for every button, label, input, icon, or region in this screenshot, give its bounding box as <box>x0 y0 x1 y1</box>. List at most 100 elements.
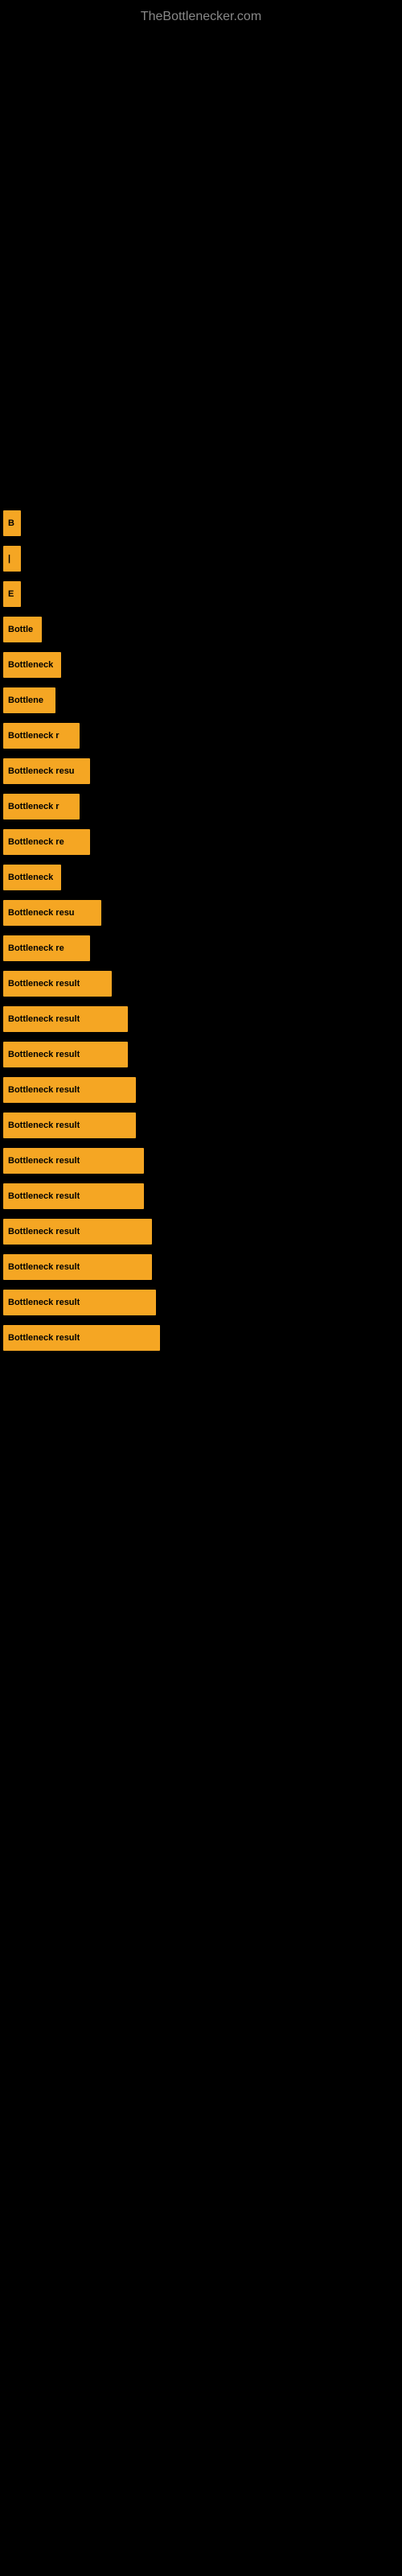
list-item: Bottleneck re <box>0 824 402 860</box>
result-label: Bottleneck result <box>8 1191 80 1201</box>
result-bar: Bottleneck result <box>3 1325 160 1351</box>
result-label: Bottleneck result <box>8 1050 80 1059</box>
list-item: B <box>0 506 402 541</box>
result-bar-wrapper: Bottleneck r <box>3 794 399 819</box>
result-bar: Bottleneck result <box>3 1290 156 1315</box>
result-bar: Bottleneck resu <box>3 758 90 784</box>
result-label: Bottleneck re <box>8 943 64 953</box>
list-item: Bottleneck result <box>0 1037 402 1072</box>
result-label: Bottle <box>8 625 33 634</box>
result-bar: Bottleneck result <box>3 1006 128 1032</box>
result-bar-wrapper: Bottleneck result <box>3 1113 399 1138</box>
result-label: Bottleneck r <box>8 731 59 741</box>
result-bar-wrapper: Bottleneck result <box>3 1077 399 1103</box>
list-item: Bottleneck <box>0 647 402 683</box>
list-item: Bottleneck r <box>0 789 402 824</box>
result-bar-wrapper: Bottleneck result <box>3 971 399 997</box>
list-item: Bottleneck result <box>0 1214 402 1249</box>
result-bar: Bottleneck result <box>3 1254 152 1280</box>
list-item: Bottleneck result <box>0 1143 402 1179</box>
result-bar-wrapper: Bottle <box>3 617 399 642</box>
result-bar-wrapper: Bottleneck <box>3 652 399 678</box>
result-label: Bottleneck result <box>8 1298 80 1307</box>
list-item: Bottleneck resu <box>0 753 402 789</box>
list-item: Bottleneck result <box>0 1179 402 1214</box>
result-bar: Bottleneck <box>3 865 61 890</box>
result-bar: Bottleneck r <box>3 794 80 819</box>
result-bar-wrapper: Bottleneck <box>3 865 399 890</box>
result-label: B <box>8 518 14 528</box>
result-bar: Bottleneck <box>3 652 61 678</box>
result-bar-wrapper: Bottleneck result <box>3 1183 399 1209</box>
result-bar: Bottle <box>3 617 42 642</box>
result-label: Bottleneck <box>8 873 53 882</box>
result-label: | <box>8 554 10 564</box>
result-label: Bottleneck result <box>8 979 80 989</box>
result-bar-wrapper: Bottleneck result <box>3 1042 399 1067</box>
result-label: Bottleneck result <box>8 1121 80 1130</box>
list-item: Bottle <box>0 612 402 647</box>
result-bar-wrapper: Bottleneck re <box>3 829 399 855</box>
result-bar-wrapper: E <box>3 581 399 607</box>
result-bar-wrapper: Bottleneck resu <box>3 900 399 926</box>
result-bar-wrapper: Bottlene <box>3 687 399 713</box>
result-bar: E <box>3 581 21 607</box>
list-item: Bottleneck re <box>0 931 402 966</box>
result-label: Bottleneck result <box>8 1085 80 1095</box>
result-label: Bottleneck resu <box>8 766 75 776</box>
result-bar-wrapper: Bottleneck r <box>3 723 399 749</box>
result-bar: Bottleneck re <box>3 935 90 961</box>
list-item: Bottlene <box>0 683 402 718</box>
result-bar: Bottleneck r <box>3 723 80 749</box>
list-item: Bottleneck r <box>0 718 402 753</box>
result-bar-wrapper: Bottleneck result <box>3 1006 399 1032</box>
result-bar-wrapper: | <box>3 546 399 572</box>
result-label: Bottleneck result <box>8 1014 80 1024</box>
result-label: Bottleneck result <box>8 1333 80 1343</box>
list-item: Bottleneck result <box>0 966 402 1001</box>
result-bar: Bottleneck result <box>3 1042 128 1067</box>
result-bar-wrapper: Bottleneck result <box>3 1254 399 1280</box>
result-label: Bottlene <box>8 696 43 705</box>
result-label: Bottleneck result <box>8 1156 80 1166</box>
result-bar: Bottleneck result <box>3 1148 144 1174</box>
result-bar: Bottleneck re <box>3 829 90 855</box>
result-bar-wrapper: Bottleneck re <box>3 935 399 961</box>
chart-area <box>0 31 402 497</box>
site-title: TheBottlenecker.com <box>0 0 402 31</box>
list-item: Bottleneck result <box>0 1108 402 1143</box>
list-item: Bottleneck <box>0 860 402 895</box>
result-label: Bottleneck result <box>8 1262 80 1272</box>
result-label: Bottleneck re <box>8 837 64 847</box>
result-bar: Bottlene <box>3 687 55 713</box>
result-bar-wrapper: Bottleneck result <box>3 1290 399 1315</box>
result-bar-wrapper: Bottleneck result <box>3 1325 399 1351</box>
list-item: Bottleneck resu <box>0 895 402 931</box>
result-bar-wrapper: Bottleneck result <box>3 1148 399 1174</box>
list-item: E <box>0 576 402 612</box>
result-label: Bottleneck result <box>8 1227 80 1236</box>
result-bar: | <box>3 546 21 572</box>
result-label: E <box>8 589 14 599</box>
list-item: Bottleneck result <box>0 1285 402 1320</box>
result-label: Bottleneck r <box>8 802 59 811</box>
list-item: | <box>0 541 402 576</box>
result-bar: Bottleneck result <box>3 1113 136 1138</box>
result-bar-wrapper: Bottleneck resu <box>3 758 399 784</box>
result-bar: B <box>3 510 21 536</box>
result-bar: Bottleneck result <box>3 1183 144 1209</box>
result-bar-wrapper: Bottleneck result <box>3 1219 399 1245</box>
result-bar: Bottleneck result <box>3 1077 136 1103</box>
list-item: Bottleneck result <box>0 1249 402 1285</box>
list-item: Bottleneck result <box>0 1001 402 1037</box>
site-title-container: TheBottlenecker.com <box>0 0 402 31</box>
list-item: Bottleneck result <box>0 1072 402 1108</box>
result-bar: Bottleneck result <box>3 1219 152 1245</box>
result-bar-wrapper: B <box>3 510 399 536</box>
result-bar: Bottleneck result <box>3 971 112 997</box>
result-label: Bottleneck resu <box>8 908 75 918</box>
results-container: B | E Bottle Bottleneck Bottlene Bottleneck r B… <box>0 506 402 1356</box>
list-item: Bottleneck result <box>0 1320 402 1356</box>
result-label: Bottleneck <box>8 660 53 670</box>
result-bar: Bottleneck resu <box>3 900 101 926</box>
